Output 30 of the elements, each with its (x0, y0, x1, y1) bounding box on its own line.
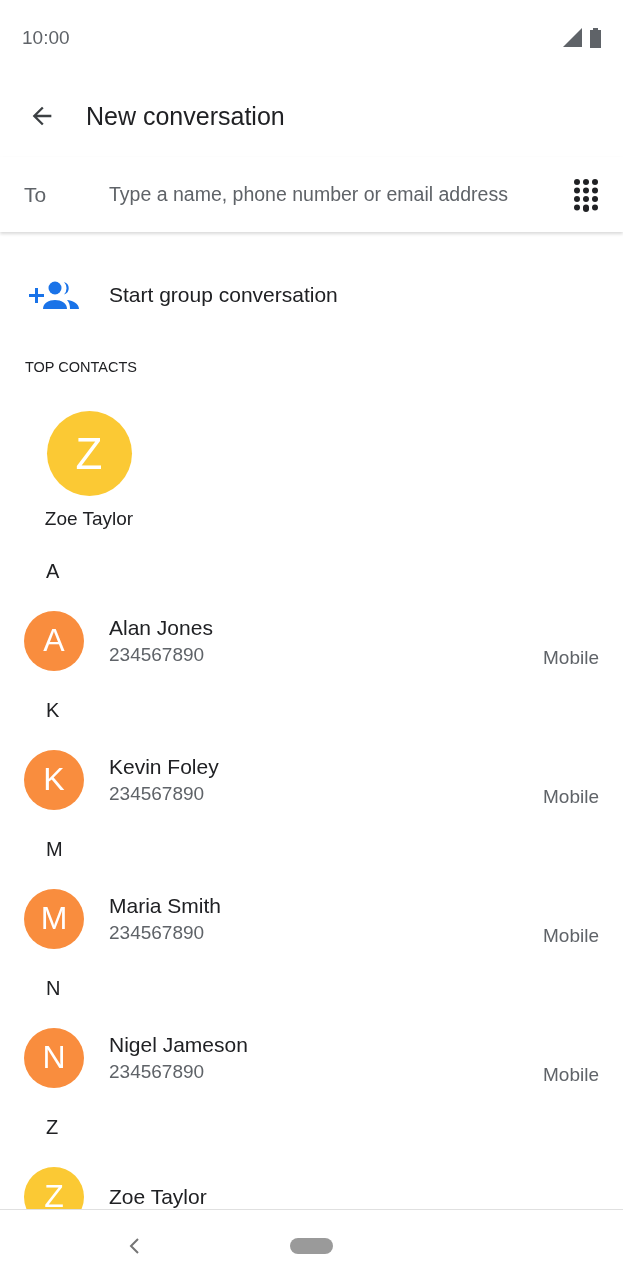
section-heading: TOP CONTACTS (24, 358, 138, 377)
index-letter: M (45, 836, 64, 862)
contact-avatar: K (24, 749, 84, 810)
contact-name[interactable]: Zoe Taylor (109, 1184, 599, 1209)
screen-title: New conversation (86, 101, 285, 131)
phone-number: 234567890 (109, 1060, 206, 1083)
contact-name[interactable]: Kevin Foley (109, 754, 543, 779)
phone-number: 234567890 (109, 921, 206, 944)
phone-number: 234567890 (109, 643, 206, 666)
status-time: 10:00 (22, 26, 70, 49)
contact-name[interactable]: Zoe Taylor (44, 508, 134, 530)
contact-avatar: M (24, 888, 84, 949)
index-letter: A (45, 558, 61, 584)
contact-avatar: A (24, 610, 84, 671)
contact-name[interactable]: Alan Jones (109, 615, 543, 640)
contact-name[interactable]: Maria Smith (109, 893, 543, 918)
contact-avatar: Z (24, 1166, 84, 1209)
number-type: Mobile (543, 786, 599, 808)
index-letter: K (45, 697, 61, 723)
phone-number: 234567890 (109, 782, 206, 805)
recipient-field[interactable]: Type a name, phone number or email address (109, 183, 557, 206)
start-group-conversation[interactable]: Start group conversation (109, 283, 338, 307)
number-type: Mobile (543, 647, 599, 669)
contact-avatar: N (24, 1027, 84, 1088)
index-letter: Z (45, 1114, 60, 1140)
to-label: To (24, 182, 48, 207)
number-type: Mobile (543, 925, 599, 947)
number-type: Mobile (543, 1064, 599, 1086)
index-letter: N (45, 975, 62, 1001)
contact-name[interactable]: Nigel Jameson (109, 1032, 543, 1057)
